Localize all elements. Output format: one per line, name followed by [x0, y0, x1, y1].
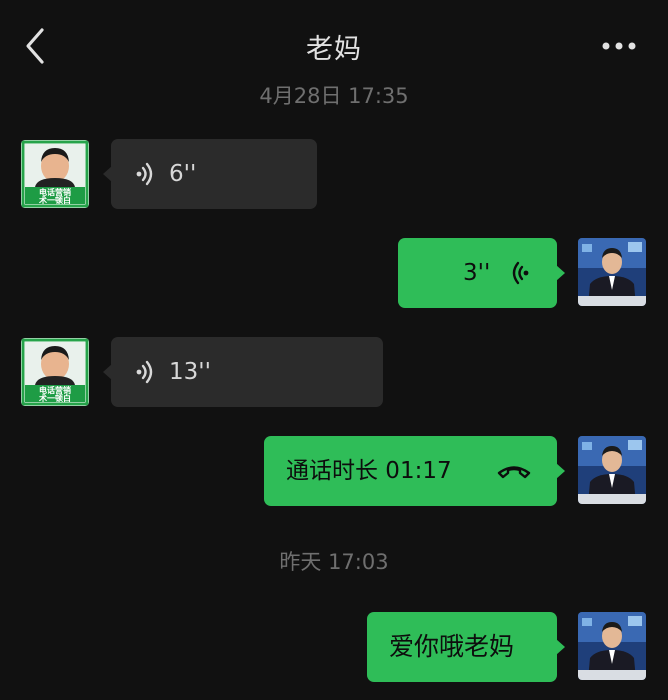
- contact-avatar[interactable]: 电话营销 术一顿白: [21, 338, 89, 406]
- more-button[interactable]: [600, 36, 640, 56]
- voice-wave-icon: [136, 162, 153, 186]
- bubble-tail: [103, 166, 112, 182]
- call-record-message[interactable]: 通话时长 01:17: [264, 436, 565, 506]
- avatar-caption: 术一顿白: [38, 393, 71, 403]
- chat-screen: 老妈 4月28日 17:35 电话营销 术一顿白 6'' 3'' 电话营销 术一…: [0, 0, 668, 700]
- chat-title: 老妈: [306, 34, 362, 65]
- phone-hangup-icon: [497, 466, 531, 479]
- text-message-outgoing[interactable]: 爱你哦老妈: [367, 612, 565, 682]
- call-duration-text: 通话时长 01:17: [286, 458, 452, 484]
- more-horizontal-icon: [602, 42, 636, 50]
- voice-duration: 6'': [169, 161, 197, 187]
- bubble-tail: [556, 639, 565, 655]
- voice-duration: 3'': [463, 260, 491, 286]
- timestamp: 4月28日 17:35: [259, 84, 409, 108]
- timestamp: 昨天 17:03: [279, 550, 389, 574]
- voice-message-incoming[interactable]: 6'': [103, 139, 317, 209]
- bubble-tail: [556, 463, 565, 479]
- voice-wave-icon: [136, 360, 153, 384]
- bubble-tail: [103, 364, 112, 380]
- contact-avatar[interactable]: 电话营销 术一顿白: [21, 140, 89, 208]
- bubble-tail: [556, 265, 565, 281]
- voice-message-outgoing[interactable]: 3'': [398, 238, 565, 308]
- avatar-caption: 术一顿白: [38, 195, 71, 205]
- self-avatar[interactable]: [578, 436, 646, 504]
- voice-duration: 13'': [169, 359, 211, 385]
- voice-wave-icon: [512, 261, 529, 285]
- chat-header: 老妈: [0, 0, 668, 82]
- self-avatar[interactable]: [578, 238, 646, 306]
- voice-message-incoming[interactable]: 13'': [103, 337, 383, 407]
- message-text: 爱你哦老妈: [389, 632, 515, 661]
- self-avatar[interactable]: [578, 612, 646, 680]
